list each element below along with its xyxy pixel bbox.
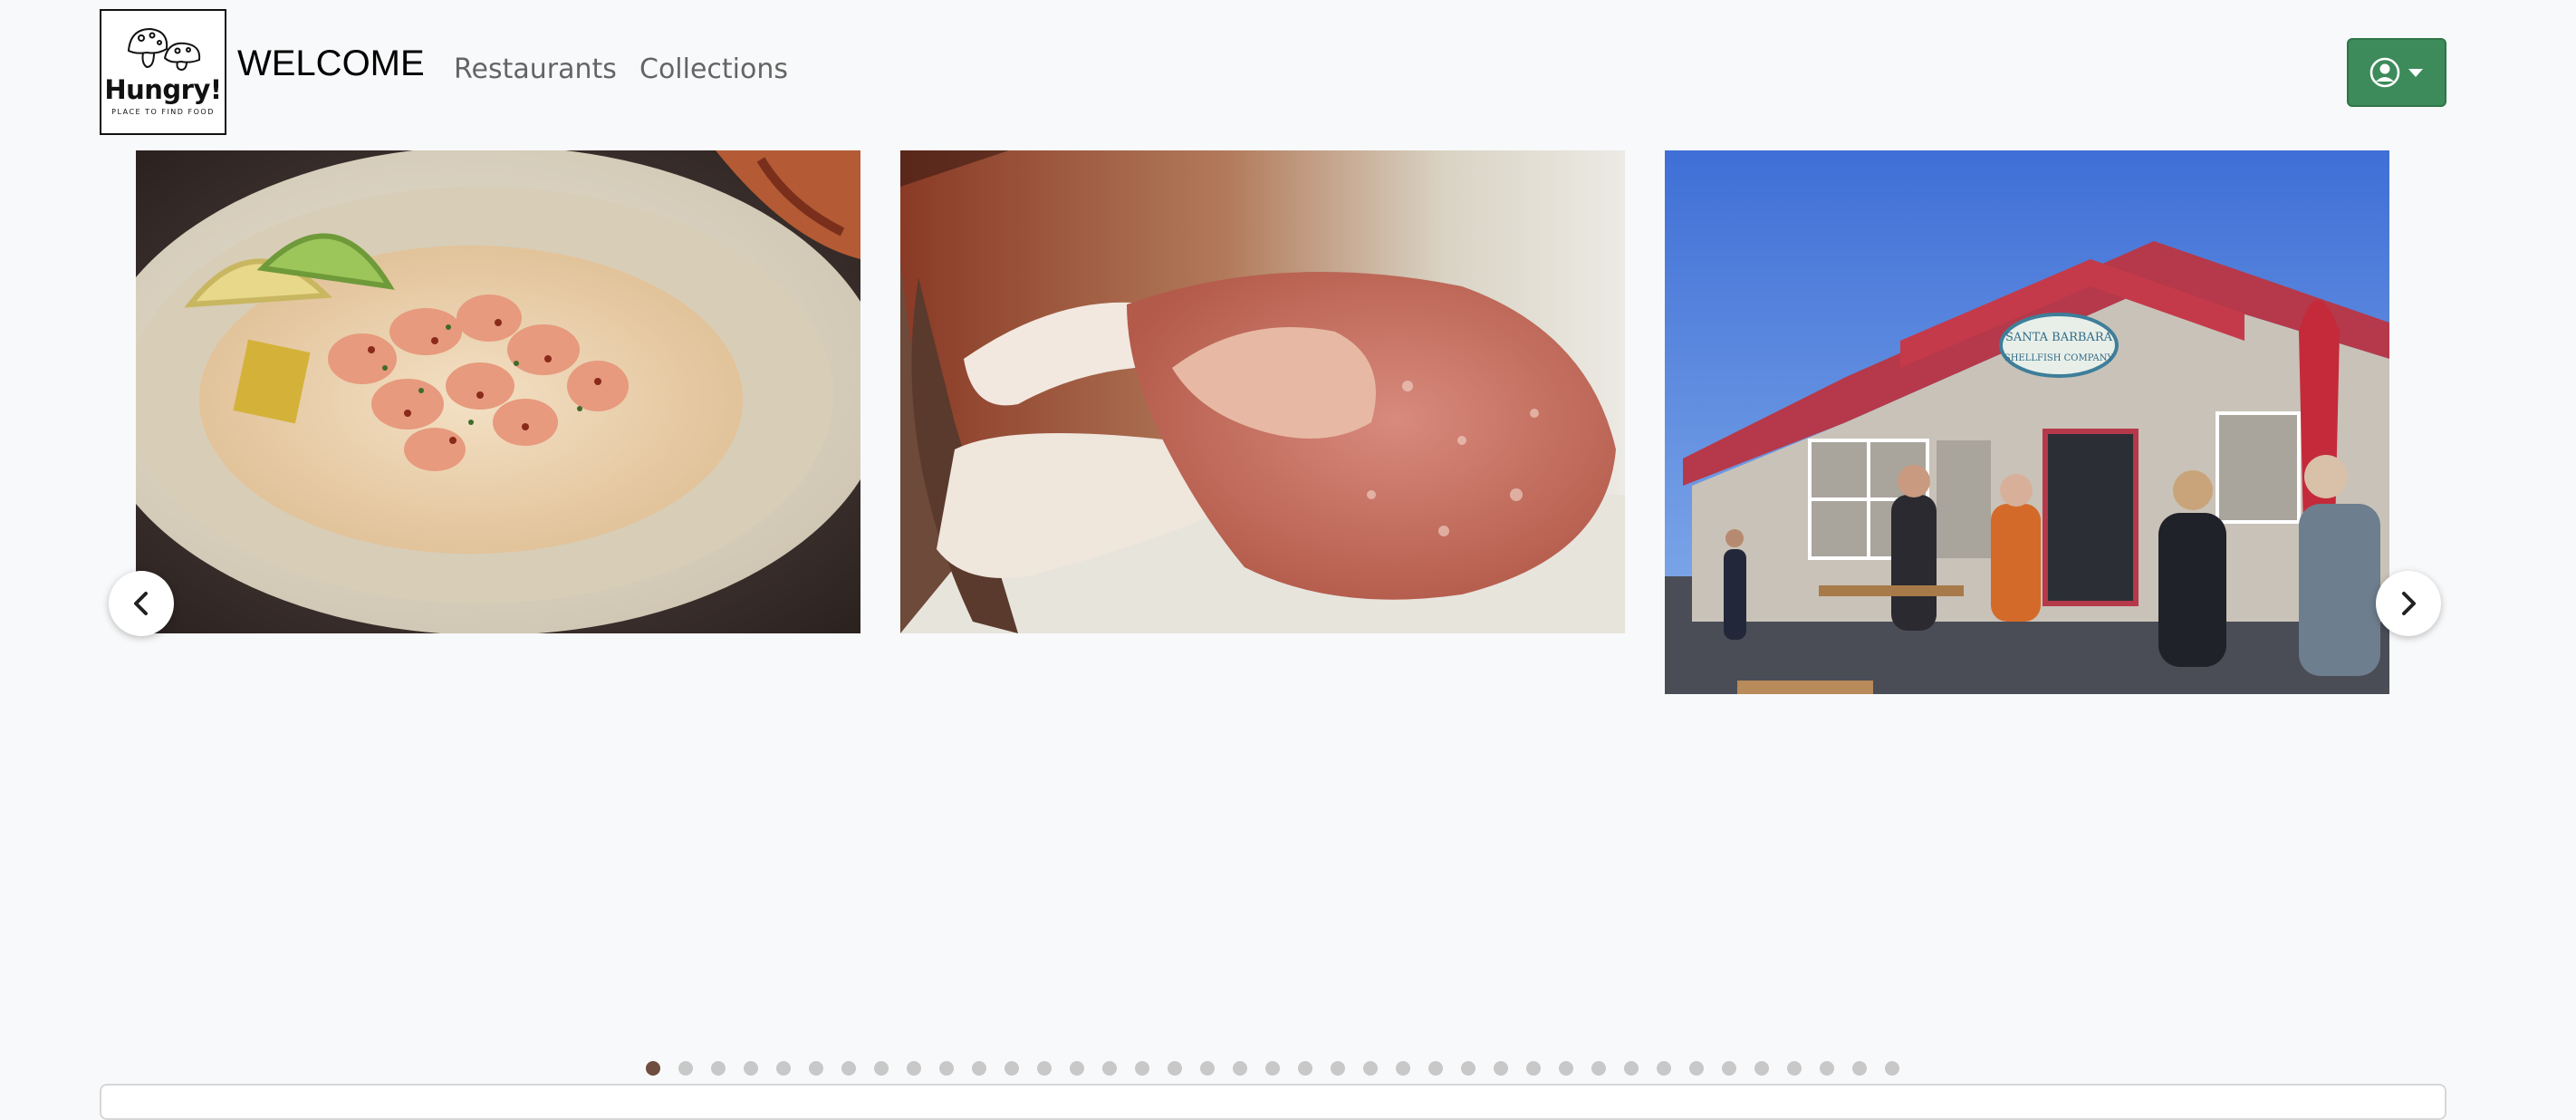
- mushroom-logo-icon: [127, 27, 201, 71]
- carousel-slide-shrimp-plate[interactable]: [136, 150, 860, 633]
- carousel-dot-13[interactable]: [1037, 1061, 1052, 1076]
- carousel-prev-button[interactable]: [109, 571, 174, 636]
- carousel-slide-crab-claw[interactable]: [900, 150, 1625, 633]
- carousel-dot-35[interactable]: [1754, 1061, 1769, 1076]
- carousel-dot-31[interactable]: [1624, 1061, 1639, 1076]
- carousel-dot-18[interactable]: [1200, 1061, 1215, 1076]
- seafood-storefront-photo: SANTA BARBARA SHELLFISH COMPANY: [1665, 150, 2389, 694]
- carousel-dot-23[interactable]: [1363, 1061, 1378, 1076]
- chevron-right-icon: [2402, 592, 2416, 615]
- shop-sign-line-1: SANTA BARBARA: [2005, 331, 2113, 344]
- carousel-dot-12[interactable]: [1004, 1061, 1019, 1076]
- caret-down-icon: [2408, 69, 2423, 77]
- user-menu-button[interactable]: [2347, 38, 2446, 107]
- nav-link-collections[interactable]: Collections: [639, 56, 788, 83]
- carousel-dot-25[interactable]: [1428, 1061, 1443, 1076]
- carousel-dot-37[interactable]: [1820, 1061, 1834, 1076]
- carousel-dot-11[interactable]: [972, 1061, 986, 1076]
- carousel-dot-28[interactable]: [1526, 1061, 1541, 1076]
- carousel-dot-30[interactable]: [1591, 1061, 1606, 1076]
- carousel-dot-16[interactable]: [1135, 1061, 1149, 1076]
- nav-link-restaurants[interactable]: Restaurants: [454, 56, 617, 83]
- carousel-dot-34[interactable]: [1722, 1061, 1736, 1076]
- carousel-next-button[interactable]: [2376, 571, 2441, 636]
- carousel-dot-33[interactable]: [1689, 1061, 1704, 1076]
- carousel-dot-1[interactable]: [646, 1061, 660, 1076]
- carousel-dot-39[interactable]: [1885, 1061, 1899, 1076]
- logo-title: Hungry!: [104, 74, 222, 105]
- carousel-dot-32[interactable]: [1657, 1061, 1671, 1076]
- carousel-dot-14[interactable]: [1070, 1061, 1084, 1076]
- carousel-dot-8[interactable]: [874, 1061, 889, 1076]
- image-carousel: SANTA BARBARA SHELLFISH COMPANY: [100, 145, 2446, 1076]
- carousel-dot-2[interactable]: [678, 1061, 693, 1076]
- navbar: Hungry! PLACE TO FIND FOOD WELCOME Resta…: [0, 0, 2576, 145]
- carousel-dot-29[interactable]: [1559, 1061, 1573, 1076]
- carousel-dot-4[interactable]: [744, 1061, 758, 1076]
- carousel-dot-20[interactable]: [1265, 1061, 1280, 1076]
- carousel-dot-24[interactable]: [1396, 1061, 1410, 1076]
- crab-claw-photo: [900, 150, 1625, 633]
- shrimp-plate-photo: [136, 150, 860, 633]
- content-card-top-edge: [100, 1084, 2446, 1120]
- logo-tagline: PLACE TO FIND FOOD: [111, 108, 215, 116]
- carousel-dot-21[interactable]: [1298, 1061, 1312, 1076]
- carousel-dot-19[interactable]: [1233, 1061, 1247, 1076]
- carousel-dot-27[interactable]: [1494, 1061, 1508, 1076]
- brand-welcome-text[interactable]: WELCOME: [237, 45, 425, 82]
- shop-sign-line-2: SHELLFISH COMPANY: [2004, 353, 2114, 363]
- carousel-dot-38[interactable]: [1852, 1061, 1867, 1076]
- carousel-dot-15[interactable]: [1102, 1061, 1117, 1076]
- chevron-left-icon: [134, 592, 148, 615]
- user-circle-icon: [2369, 57, 2400, 88]
- carousel-dot-3[interactable]: [711, 1061, 726, 1076]
- brand-logo[interactable]: Hungry! PLACE TO FIND FOOD: [100, 9, 226, 135]
- carousel-dot-6[interactable]: [809, 1061, 823, 1076]
- carousel-dot-10[interactable]: [939, 1061, 954, 1076]
- carousel-dot-7[interactable]: [841, 1061, 856, 1076]
- carousel-dot-26[interactable]: [1461, 1061, 1475, 1076]
- carousel-dot-9[interactable]: [907, 1061, 921, 1076]
- carousel-dot-5[interactable]: [776, 1061, 791, 1076]
- carousel-pagination: [100, 1059, 2446, 1077]
- carousel-dot-36[interactable]: [1787, 1061, 1802, 1076]
- carousel-slide-storefront[interactable]: SANTA BARBARA SHELLFISH COMPANY: [1665, 150, 2389, 694]
- carousel-dot-22[interactable]: [1331, 1061, 1345, 1076]
- carousel-dot-17[interactable]: [1168, 1061, 1182, 1076]
